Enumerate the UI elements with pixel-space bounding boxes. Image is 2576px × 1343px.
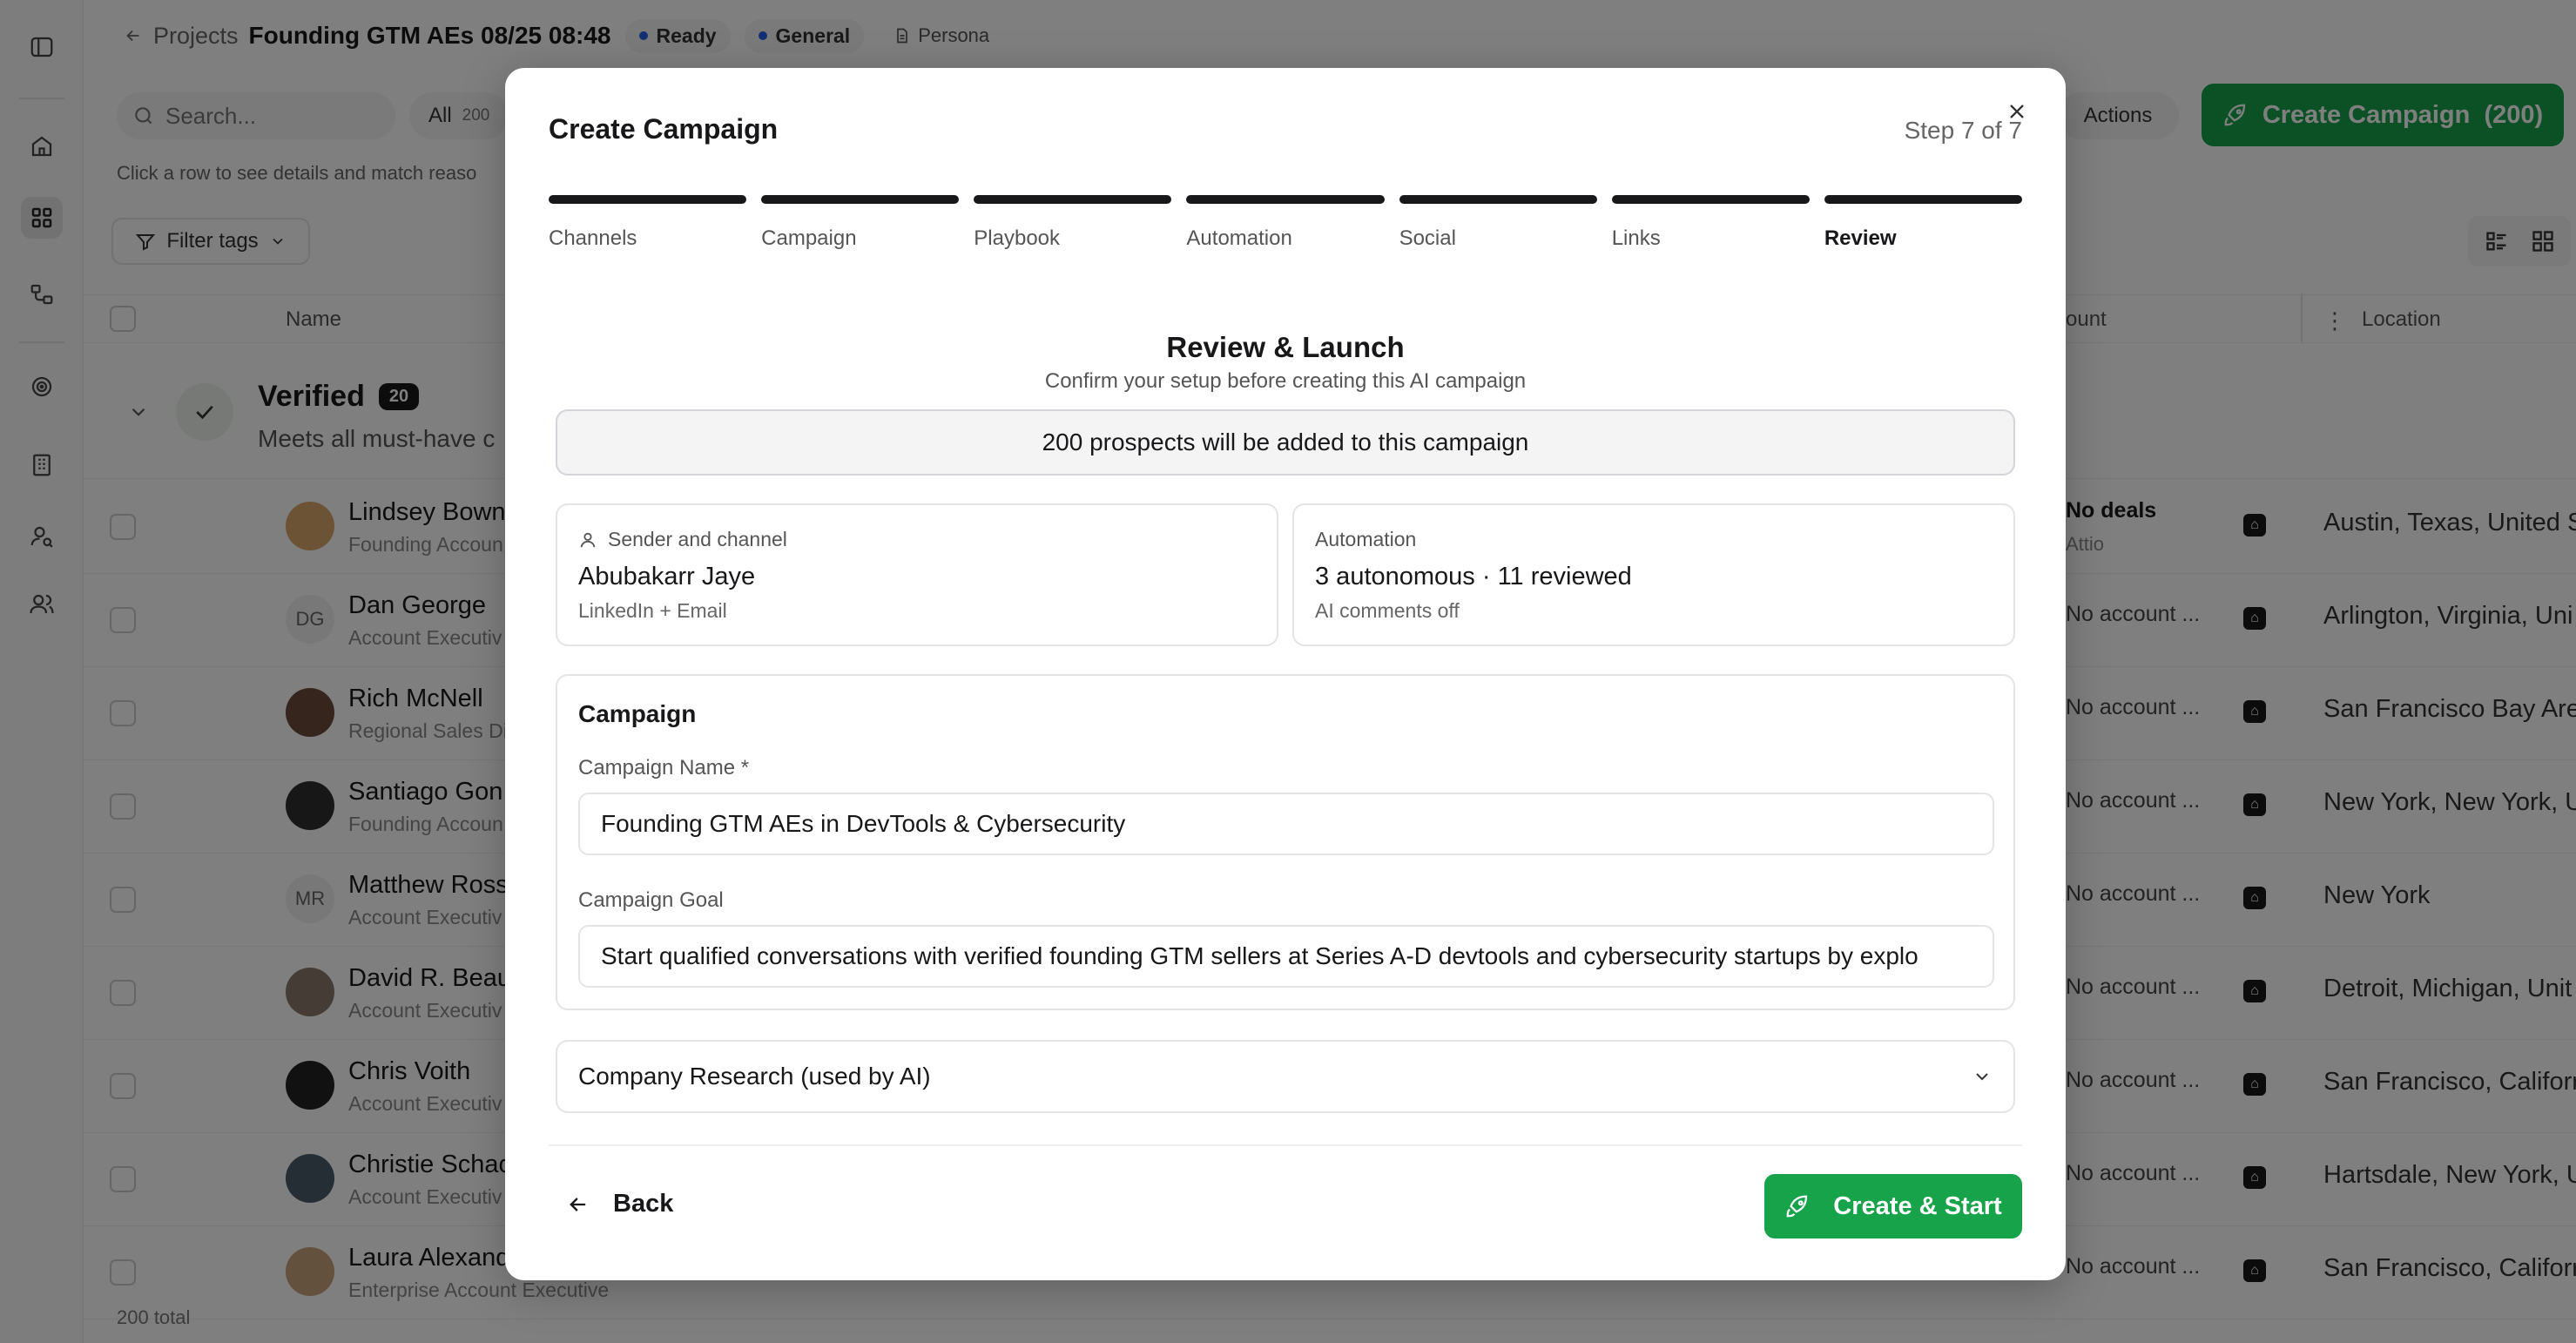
- close-icon[interactable]: [1999, 94, 2034, 129]
- footer-divider: [549, 1144, 2022, 1146]
- step-label: Channels: [549, 226, 637, 250]
- back-button[interactable]: Back: [566, 1190, 673, 1218]
- sender-card-title: Sender and channel: [608, 528, 787, 550]
- step-links[interactable]: Links: [1611, 195, 1810, 251]
- create-and-start-label: Create & Start: [1833, 1191, 2002, 1220]
- step-review[interactable]: Review: [1824, 195, 2022, 251]
- campaign-section-title: Campaign: [578, 700, 697, 727]
- campaign-section: Campaign Campaign Name * Founding GTM AE…: [556, 674, 2015, 1010]
- step-automation[interactable]: Automation: [1186, 195, 1385, 251]
- campaign-name-label: Campaign Name *: [578, 756, 750, 779]
- sender-card: Sender and channel Abubakarr Jaye Linked…: [556, 503, 1278, 646]
- modal-title: Create Campaign: [549, 113, 779, 145]
- step-bar: [761, 195, 960, 204]
- step-label: Automation: [1186, 226, 1292, 250]
- step-bar: [549, 195, 747, 204]
- step-bar: [974, 195, 1172, 204]
- automation-card-title: Automation: [1315, 528, 1417, 550]
- create-campaign-modal: Create Campaign Step 7 of 7 Channels Cam…: [505, 68, 2066, 1280]
- step-label: Campaign: [761, 226, 857, 250]
- sender-card-header: Sender and channel: [578, 528, 787, 551]
- company-research-label: Company Research (used by AI): [578, 1063, 931, 1090]
- back-label: Back: [613, 1190, 674, 1218]
- prospects-banner: 200 prospects will be added to this camp…: [556, 409, 2015, 476]
- chevron-down-icon: [1976, 1073, 1988, 1081]
- step-bar: [1186, 195, 1385, 204]
- step-social[interactable]: Social: [1399, 195, 1597, 251]
- arrow-left-icon: [570, 1197, 586, 1211]
- automation-summary: 3 autonomous · 11 reviewed: [1315, 563, 1632, 591]
- create-and-start-button[interactable]: Create & Start: [1764, 1174, 2022, 1238]
- stepper: Channels Campaign Playbook Automation So…: [549, 195, 2022, 251]
- company-research-accordion[interactable]: Company Research (used by AI): [556, 1040, 2015, 1113]
- step-label: Playbook: [974, 226, 1061, 250]
- sender-channels: LinkedIn + Email: [578, 599, 727, 622]
- step-bar: [1611, 195, 1810, 204]
- step-label: Links: [1611, 226, 1661, 250]
- campaign-goal-input[interactable]: Start qualified conversations with verif…: [578, 925, 1994, 988]
- rocket-icon: [1786, 1195, 1808, 1218]
- step-channels[interactable]: Channels: [549, 195, 747, 251]
- step-bar: [1824, 195, 2022, 204]
- automation-ai-comments: AI comments off: [1315, 599, 1460, 622]
- campaign-name-input[interactable]: Founding GTM AEs in DevTools & Cybersecu…: [578, 793, 1994, 855]
- user-icon: [580, 532, 596, 547]
- step-bar: [1399, 195, 1597, 204]
- campaign-goal-label: Campaign Goal: [578, 888, 724, 912]
- automation-card: Automation 3 autonomous · 11 reviewed AI…: [1292, 503, 2015, 646]
- step-label: Social: [1399, 226, 1456, 250]
- step-playbook[interactable]: Playbook: [974, 195, 1172, 251]
- review-title: Review & Launch: [1166, 331, 1405, 363]
- step-label: Review: [1824, 226, 1897, 250]
- step-campaign[interactable]: Campaign: [761, 195, 960, 251]
- sender-name: Abubakarr Jaye: [578, 563, 756, 591]
- review-subtitle: Confirm your setup before creating this …: [1044, 369, 1527, 393]
